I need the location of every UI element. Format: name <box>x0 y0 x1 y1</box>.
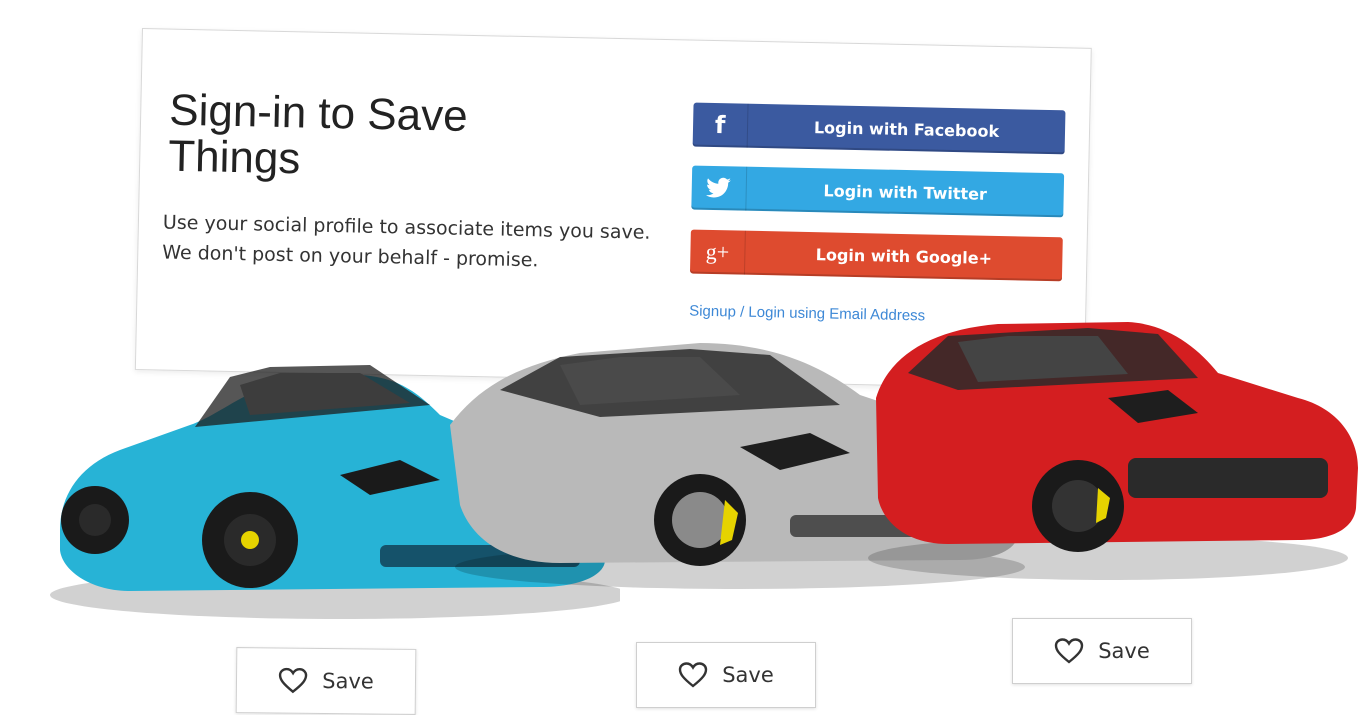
save-button[interactable]: Save <box>1012 618 1192 684</box>
save-label: Save <box>322 668 374 694</box>
signin-description: Use your social profile to associate ite… <box>162 211 651 272</box>
save-label: Save <box>1098 639 1150 663</box>
twitter-icon <box>691 165 748 211</box>
facebook-icon: f <box>692 102 749 148</box>
heart-icon <box>679 662 708 688</box>
save-button[interactable]: Save <box>636 642 816 708</box>
facebook-login-button[interactable]: f Login with Facebook <box>692 102 1066 155</box>
facebook-login-label: Login with Facebook <box>813 117 1000 141</box>
heart-icon <box>1055 638 1084 664</box>
google-login-label: Login with Google+ <box>815 244 993 268</box>
twitter-login-button[interactable]: Login with Twitter <box>691 165 1065 218</box>
google-login-button[interactable]: g+ Login with Google+ <box>689 229 1063 282</box>
save-button[interactable]: Save <box>235 647 417 715</box>
google-plus-icon: g+ <box>689 229 746 275</box>
signin-title: Sign-in to Save Things <box>167 85 469 184</box>
save-label: Save <box>722 663 774 687</box>
twitter-login-label: Login with Twitter <box>823 180 988 204</box>
suv-car <box>868 322 1358 580</box>
heart-icon <box>279 667 308 694</box>
